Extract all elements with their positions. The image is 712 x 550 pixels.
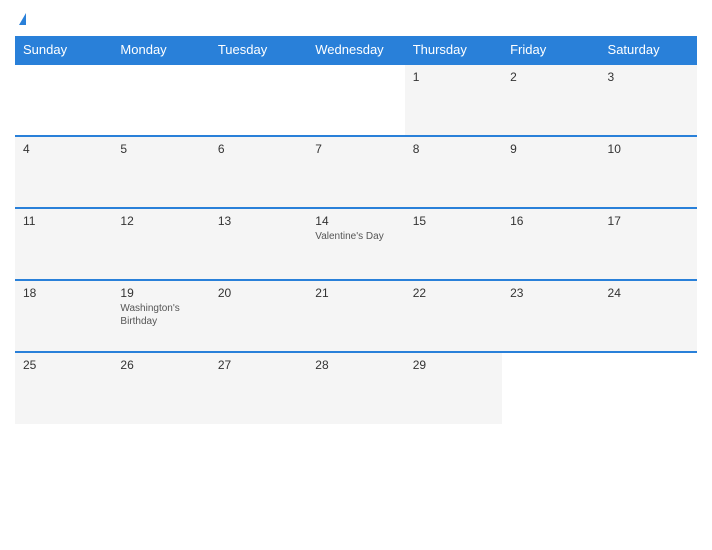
day-number: 21 bbox=[315, 286, 396, 300]
calendar-cell: 29 bbox=[405, 352, 502, 424]
calendar-cell bbox=[112, 64, 209, 136]
calendar-cell: 2 bbox=[502, 64, 599, 136]
day-number: 29 bbox=[413, 358, 494, 372]
weekday-header-friday: Friday bbox=[502, 36, 599, 64]
calendar-cell: 18 bbox=[15, 280, 112, 352]
calendar-cell: 24 bbox=[600, 280, 697, 352]
day-number: 2 bbox=[510, 70, 591, 84]
day-number: 26 bbox=[120, 358, 201, 372]
day-number: 27 bbox=[218, 358, 299, 372]
calendar-cell: 21 bbox=[307, 280, 404, 352]
day-number: 22 bbox=[413, 286, 494, 300]
calendar-cell: 15 bbox=[405, 208, 502, 280]
calendar-cell: 23 bbox=[502, 280, 599, 352]
calendar-week-4: 18 19 Washington's Birthday 20 21 22 23 24 bbox=[15, 280, 697, 352]
calendar-week-5: 25 26 27 28 29 bbox=[15, 352, 697, 424]
calendar-cell: 11 bbox=[15, 208, 112, 280]
weekday-header-sunday: Sunday bbox=[15, 36, 112, 64]
calendar-cell: 16 bbox=[502, 208, 599, 280]
calendar-cell: 4 bbox=[15, 136, 112, 208]
day-number: 20 bbox=[218, 286, 299, 300]
weekday-header-thursday: Thursday bbox=[405, 36, 502, 64]
calendar-week-3: 11 12 13 14 Valentine's Day 15 16 17 bbox=[15, 208, 697, 280]
calendar-cell bbox=[600, 352, 697, 424]
calendar-cell: 20 bbox=[210, 280, 307, 352]
day-number: 24 bbox=[608, 286, 689, 300]
calendar-cell: 6 bbox=[210, 136, 307, 208]
day-number: 14 bbox=[315, 214, 396, 228]
calendar-cell: 26 bbox=[112, 352, 209, 424]
weekday-header-saturday: Saturday bbox=[600, 36, 697, 64]
logo bbox=[15, 10, 30, 28]
logo-triangle-icon bbox=[19, 13, 26, 25]
calendar-header bbox=[15, 10, 697, 28]
calendar-cell: 9 bbox=[502, 136, 599, 208]
day-number: 18 bbox=[23, 286, 104, 300]
holiday-label: Valentine's Day bbox=[315, 230, 396, 243]
calendar-cell: 13 bbox=[210, 208, 307, 280]
day-number: 28 bbox=[315, 358, 396, 372]
day-number: 11 bbox=[23, 214, 104, 228]
weekday-header-wednesday: Wednesday bbox=[307, 36, 404, 64]
day-number: 23 bbox=[510, 286, 591, 300]
weekday-header-monday: Monday bbox=[112, 36, 209, 64]
day-number: 4 bbox=[23, 142, 104, 156]
calendar-cell: 3 bbox=[600, 64, 697, 136]
day-number: 16 bbox=[510, 214, 591, 228]
day-number: 6 bbox=[218, 142, 299, 156]
day-number: 17 bbox=[608, 214, 689, 228]
calendar-cell bbox=[307, 64, 404, 136]
day-number: 5 bbox=[120, 142, 201, 156]
weekday-header-tuesday: Tuesday bbox=[210, 36, 307, 64]
calendar-cell bbox=[15, 64, 112, 136]
calendar-cell: 22 bbox=[405, 280, 502, 352]
calendar-week-2: 4 5 6 7 8 9 10 bbox=[15, 136, 697, 208]
day-number: 25 bbox=[23, 358, 104, 372]
calendar-header-row: SundayMondayTuesdayWednesdayThursdayFrid… bbox=[15, 36, 697, 64]
calendar-cell: 12 bbox=[112, 208, 209, 280]
calendar-cell: 14 Valentine's Day bbox=[307, 208, 404, 280]
calendar-table: SundayMondayTuesdayWednesdayThursdayFrid… bbox=[15, 36, 697, 424]
calendar-cell: 25 bbox=[15, 352, 112, 424]
day-number: 19 bbox=[120, 286, 201, 300]
holiday-label: Washington's Birthday bbox=[120, 302, 201, 328]
calendar-cell: 27 bbox=[210, 352, 307, 424]
calendar-cell bbox=[210, 64, 307, 136]
calendar-cell: 7 bbox=[307, 136, 404, 208]
calendar-cell: 8 bbox=[405, 136, 502, 208]
day-number: 7 bbox=[315, 142, 396, 156]
day-number: 15 bbox=[413, 214, 494, 228]
calendar-cell: 10 bbox=[600, 136, 697, 208]
calendar-cell: 1 bbox=[405, 64, 502, 136]
day-number: 9 bbox=[510, 142, 591, 156]
day-number: 10 bbox=[608, 142, 689, 156]
calendar-cell: 17 bbox=[600, 208, 697, 280]
calendar-cell: 5 bbox=[112, 136, 209, 208]
calendar-week-1: 1 2 3 bbox=[15, 64, 697, 136]
day-number: 8 bbox=[413, 142, 494, 156]
day-number: 13 bbox=[218, 214, 299, 228]
calendar-cell: 28 bbox=[307, 352, 404, 424]
day-number: 1 bbox=[413, 70, 494, 84]
day-number: 3 bbox=[608, 70, 689, 84]
calendar-container: SundayMondayTuesdayWednesdayThursdayFrid… bbox=[0, 0, 712, 550]
day-number: 12 bbox=[120, 214, 201, 228]
calendar-cell bbox=[502, 352, 599, 424]
calendar-cell: 19 Washington's Birthday bbox=[112, 280, 209, 352]
